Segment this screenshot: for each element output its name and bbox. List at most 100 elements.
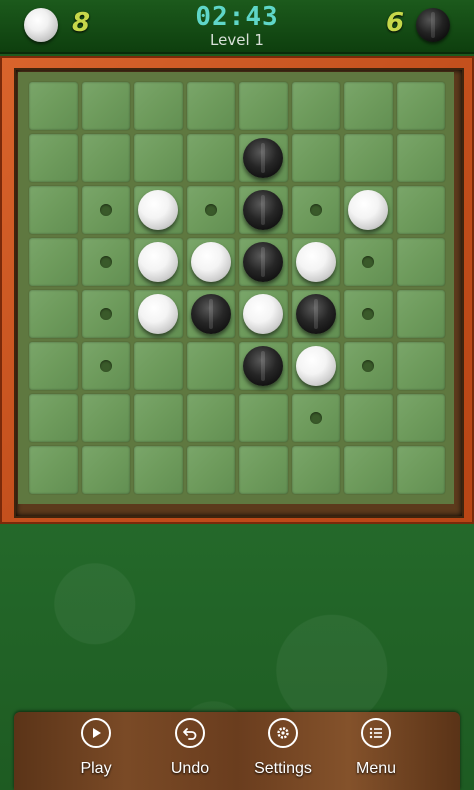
- board-cell[interactable]: [344, 238, 393, 286]
- board-cell[interactable]: [134, 82, 183, 130]
- move-hint-dot: [99, 360, 112, 372]
- board-cell[interactable]: [239, 134, 288, 182]
- board-cell[interactable]: [291, 82, 340, 130]
- board-cell[interactable]: [291, 134, 340, 182]
- black-disc: [243, 242, 284, 282]
- board-cell[interactable]: [344, 290, 393, 338]
- menu-label: Menu: [355, 760, 397, 777]
- board-cell[interactable]: [81, 238, 130, 286]
- board-cell[interactable]: [29, 394, 78, 442]
- board-cell[interactable]: [134, 342, 183, 390]
- board-cell[interactable]: [239, 446, 288, 494]
- play-label: Play: [80, 760, 112, 777]
- board-cell[interactable]: [344, 342, 393, 390]
- board-cell[interactable]: [396, 238, 445, 286]
- white-disc: [190, 242, 231, 282]
- board-cell[interactable]: [344, 134, 393, 182]
- board-cell[interactable]: [29, 186, 78, 234]
- board-cell[interactable]: [396, 186, 445, 234]
- board-cell[interactable]: [344, 186, 393, 234]
- board-cell[interactable]: [291, 394, 340, 442]
- white-disc: [243, 294, 284, 334]
- move-hint-dot: [99, 256, 112, 268]
- move-hint-dot: [362, 360, 375, 372]
- move-hint-dot: [309, 204, 322, 216]
- board-cell[interactable]: [186, 290, 235, 338]
- gear-icon: [268, 718, 298, 748]
- play-button[interactable]: Play: [48, 718, 144, 788]
- board-cell[interactable]: [396, 290, 445, 338]
- board-cell[interactable]: [291, 186, 340, 234]
- board-cell[interactable]: [134, 134, 183, 182]
- board-cell[interactable]: [186, 238, 235, 286]
- board-cell[interactable]: [81, 290, 130, 338]
- white-disc: [348, 190, 389, 230]
- white-disc: [138, 294, 179, 334]
- board-cell[interactable]: [291, 290, 340, 338]
- board-cell[interactable]: [81, 82, 130, 130]
- move-hint-dot: [204, 204, 217, 216]
- settings-button[interactable]: Settings: [235, 718, 331, 788]
- board-cell[interactable]: [186, 186, 235, 234]
- board-cell[interactable]: [134, 238, 183, 286]
- undo-label: Undo: [170, 760, 210, 777]
- board-cell[interactable]: [239, 290, 288, 338]
- board-cell[interactable]: [396, 394, 445, 442]
- board-cell[interactable]: [81, 186, 130, 234]
- board-cell[interactable]: [186, 394, 235, 442]
- black-disc: [190, 294, 231, 334]
- settings-label: Settings: [254, 760, 312, 777]
- board-cell[interactable]: [134, 290, 183, 338]
- board-cell[interactable]: [186, 82, 235, 130]
- board-cell[interactable]: [239, 186, 288, 234]
- move-hint-dot: [309, 412, 322, 424]
- board-cell[interactable]: [344, 394, 393, 442]
- board-cell[interactable]: [134, 394, 183, 442]
- board-cell[interactable]: [186, 134, 235, 182]
- board-cell[interactable]: [81, 342, 130, 390]
- board-cell[interactable]: [29, 238, 78, 286]
- board-cell[interactable]: [81, 446, 130, 494]
- board-cell[interactable]: [239, 82, 288, 130]
- board-cell[interactable]: [396, 82, 445, 130]
- board-cell[interactable]: [291, 342, 340, 390]
- board-cell[interactable]: [29, 290, 78, 338]
- white-disc: [138, 242, 179, 282]
- black-disc: [243, 346, 284, 386]
- game-board[interactable]: [27, 80, 447, 496]
- board-cell[interactable]: [81, 134, 130, 182]
- board-cell[interactable]: [239, 238, 288, 286]
- board-cell[interactable]: [396, 446, 445, 494]
- move-hint-dot: [99, 204, 112, 216]
- board-cell[interactable]: [291, 446, 340, 494]
- move-hint-dot: [362, 256, 375, 268]
- board-cell[interactable]: [239, 342, 288, 390]
- board-cell[interactable]: [239, 394, 288, 442]
- board-cell[interactable]: [29, 82, 78, 130]
- board-cell[interactable]: [186, 342, 235, 390]
- play-icon: [81, 718, 111, 748]
- score-bar: 8 02:43 Level 1 6: [0, 0, 474, 54]
- black-disc: [243, 138, 284, 178]
- board-cell[interactable]: [134, 186, 183, 234]
- list-menu-icon: [361, 718, 391, 748]
- board-cell[interactable]: [396, 134, 445, 182]
- black-disc-icon: [416, 8, 450, 42]
- board-cell[interactable]: [81, 394, 130, 442]
- black-score: 6: [386, 8, 405, 38]
- black-disc: [243, 190, 284, 230]
- board-cell[interactable]: [291, 238, 340, 286]
- board-cell[interactable]: [344, 446, 393, 494]
- white-disc: [138, 190, 179, 230]
- board-cell[interactable]: [396, 342, 445, 390]
- menu-button[interactable]: Menu: [328, 718, 424, 788]
- board-cell[interactable]: [134, 446, 183, 494]
- board-cell[interactable]: [186, 446, 235, 494]
- board-cell[interactable]: [29, 342, 78, 390]
- undo-icon: [175, 718, 205, 748]
- undo-button[interactable]: Undo: [142, 718, 238, 788]
- white-disc: [295, 242, 336, 282]
- board-cell[interactable]: [344, 82, 393, 130]
- board-cell[interactable]: [29, 134, 78, 182]
- board-cell[interactable]: [29, 446, 78, 494]
